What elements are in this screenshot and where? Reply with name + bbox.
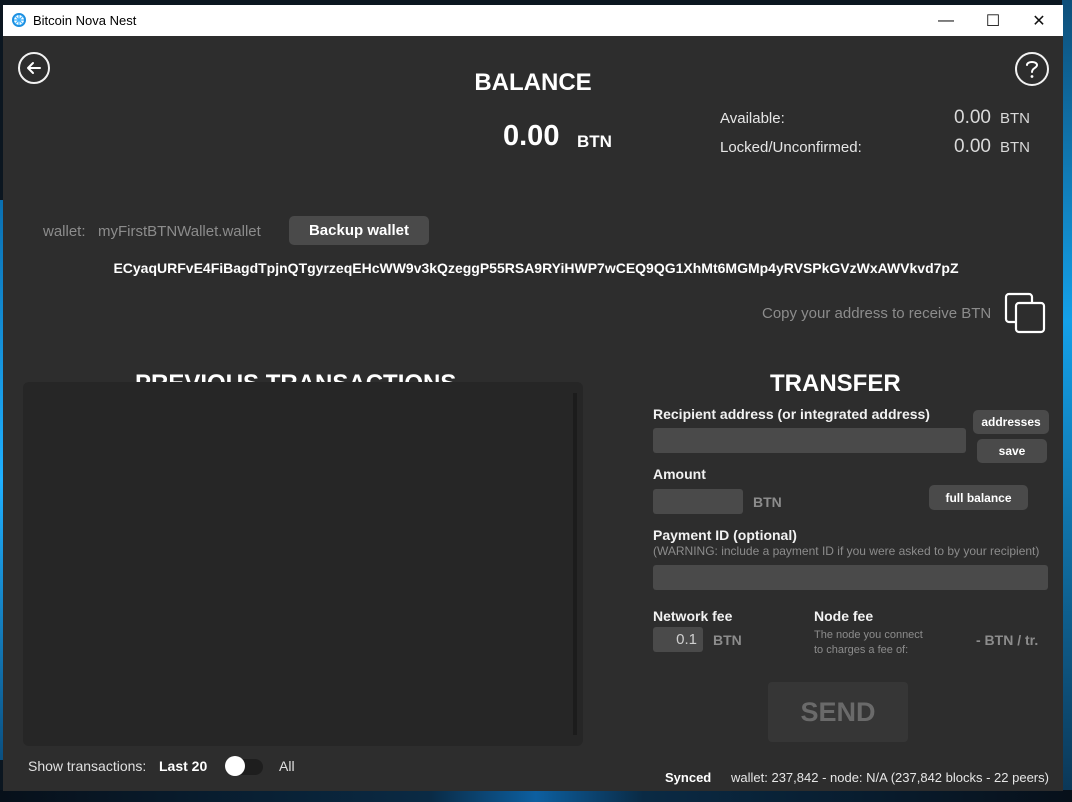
full-balance-button[interactable]: full balance bbox=[929, 485, 1028, 510]
network-fee-label: Network fee bbox=[653, 608, 733, 624]
window-title: Bitcoin Nova Nest bbox=[33, 13, 137, 28]
transactions-list[interactable] bbox=[23, 382, 583, 746]
payment-id-label: Payment ID (optional) bbox=[653, 527, 797, 543]
main-content: BALANCE 0.00 BTN Available: 0.00 BTN Loc… bbox=[3, 36, 1063, 791]
locked-label: Locked/Unconfirmed: bbox=[720, 139, 862, 156]
available-label: Available: bbox=[720, 110, 785, 127]
amount-label: Amount bbox=[653, 466, 706, 482]
copy-icon[interactable] bbox=[1004, 292, 1046, 334]
copy-address-hint: Copy your address to receive BTN bbox=[762, 305, 992, 322]
wallet-name: myFirstBTNWallet.wallet bbox=[98, 223, 261, 240]
node-fee-description-line1: The node you connect bbox=[814, 629, 923, 641]
network-fee-unit: BTN bbox=[713, 632, 742, 648]
title-bar[interactable]: Bitcoin Nova Nest — ☐ ✕ bbox=[3, 5, 1063, 36]
desktop-background-right bbox=[1062, 0, 1072, 802]
balance-amount: 0.00 bbox=[503, 120, 560, 152]
payment-id-warning: (WARNING: include a payment ID if you we… bbox=[653, 544, 1040, 558]
backup-wallet-button[interactable]: Backup wallet bbox=[289, 216, 429, 245]
node-fee-value: - BTN / tr. bbox=[976, 632, 1039, 648]
toggle-knob[interactable] bbox=[225, 756, 245, 776]
desktop-background-bottom bbox=[0, 790, 1072, 802]
locked-value: 0.00 bbox=[954, 136, 991, 157]
addresses-button[interactable]: addresses bbox=[973, 410, 1049, 434]
maximize-button[interactable]: ☐ bbox=[970, 5, 1016, 36]
minimize-button[interactable]: — bbox=[923, 5, 969, 36]
close-button[interactable]: ✕ bbox=[1016, 5, 1062, 36]
show-last-20-option[interactable]: Last 20 bbox=[159, 758, 207, 774]
amount-input[interactable] bbox=[653, 489, 743, 514]
node-fee-label: Node fee bbox=[814, 608, 874, 624]
payment-id-input[interactable] bbox=[653, 565, 1048, 590]
transactions-scrollbar[interactable] bbox=[573, 393, 577, 735]
network-fee-input[interactable] bbox=[653, 627, 703, 652]
node-fee-description-line2: to charges a fee of: bbox=[814, 644, 909, 656]
sync-info: wallet: 237,842 - node: N/A (237,842 blo… bbox=[731, 770, 1049, 785]
recipient-address-input[interactable] bbox=[653, 428, 966, 453]
available-unit: BTN bbox=[1000, 110, 1030, 127]
balance-unit: BTN bbox=[577, 132, 612, 151]
show-transactions-label: Show transactions: bbox=[28, 758, 147, 774]
save-address-button[interactable]: save bbox=[977, 439, 1047, 463]
sync-status: Synced bbox=[665, 770, 712, 785]
wallet-label: wallet: bbox=[43, 223, 86, 240]
amount-unit: BTN bbox=[753, 494, 782, 510]
send-button[interactable]: SEND bbox=[768, 682, 908, 742]
wallet-address[interactable]: ECyaqURFvE4FiBagdTpjnQTgyrzeqEHcWW9v3kQz… bbox=[3, 260, 1069, 276]
locked-unit: BTN bbox=[1000, 139, 1030, 156]
recipient-label: Recipient address (or integrated address… bbox=[653, 406, 930, 422]
app-logo-icon bbox=[12, 13, 26, 27]
transfer-title: TRANSFER bbox=[770, 370, 901, 397]
show-all-option[interactable]: All bbox=[279, 758, 295, 774]
available-value: 0.00 bbox=[954, 107, 991, 128]
balance-title: BALANCE bbox=[474, 69, 592, 96]
app-window: Bitcoin Nova Nest — ☐ ✕ BALANCE 0.00 BTN… bbox=[3, 5, 1063, 791]
